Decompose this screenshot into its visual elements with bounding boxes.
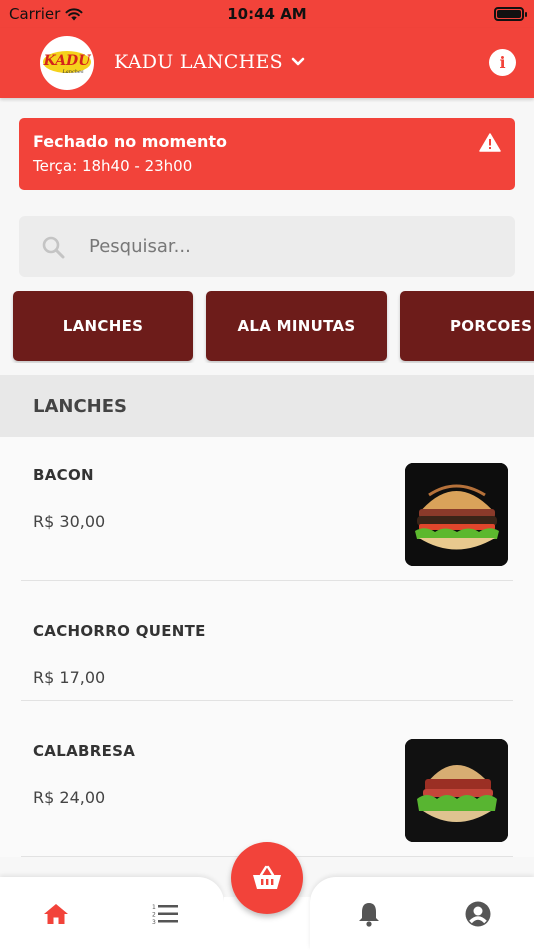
product-image-calabresa [405,739,508,842]
search-box [19,216,515,277]
search-icon [42,236,65,259]
search-input[interactable] [89,216,499,277]
closed-status-title: Fechado no momento [33,132,227,151]
svg-text:1: 1 [152,904,156,911]
bell-icon [359,903,379,927]
chevron-down-icon [291,57,305,66]
ordered-list-icon: 1 2 3 [152,904,178,925]
home-icon [44,904,68,924]
closed-banner: Fechado no momento Terça: 18h40 - 23h00 [19,118,515,190]
cart-button[interactable] [231,842,303,914]
restaurant-logo: KADU Lanches [40,36,94,90]
product-price: R$ 30,00 [33,512,106,531]
section-header: LANCHES [0,375,534,437]
product-price: R$ 17,00 [33,668,106,687]
restaurant-selector[interactable]: KADU LANCHES [114,51,305,73]
tab-porcoes[interactable]: PORCOES [400,291,534,361]
basket-icon [253,865,281,889]
nav-orders[interactable]: 1 2 3 [151,900,179,928]
nav-notifications[interactable] [355,900,383,928]
nav-left-panel [0,877,224,950]
product-name: CACHORRO QUENTE [33,622,206,640]
svg-text:2: 2 [152,912,156,919]
tab-ala-minutas[interactable]: ALA MINUTAS [206,291,387,361]
product-name: BACON [33,466,94,484]
battery-icon [494,7,527,21]
status-bar: Carrier 10:44 AM [0,0,534,28]
product-item-bacon[interactable]: BACON R$ 30,00 [0,437,534,581]
nav-home[interactable] [42,900,70,928]
nav-right-panel [310,877,534,950]
product-item-cachorro-quente[interactable]: CACHORRO QUENTE R$ 17,00 [0,581,534,701]
status-time: 10:44 AM [227,5,307,23]
restaurant-name: KADU LANCHES [114,51,283,73]
warning-icon [479,133,501,152]
product-image-bacon [405,463,508,566]
svg-text:KADU: KADU [43,53,92,69]
product-price: R$ 24,00 [33,788,106,807]
category-tabs: LANCHES ALA MINUTAS PORCOES [0,291,534,363]
product-name: CALABRESA [33,742,136,760]
app-header: KADU Lanches KADU LANCHES i [0,28,534,98]
info-button[interactable]: i [489,49,516,76]
svg-text:3: 3 [152,919,156,925]
svg-text:Lanches: Lanches [61,69,84,75]
nav-profile[interactable] [464,900,492,928]
tab-lanches[interactable]: LANCHES [13,291,193,361]
user-icon [465,901,491,927]
info-icon: i [499,53,506,72]
opening-hours: Terça: 18h40 - 23h00 [33,157,193,175]
product-item-calabresa[interactable]: CALABRESA R$ 24,00 [0,701,534,857]
